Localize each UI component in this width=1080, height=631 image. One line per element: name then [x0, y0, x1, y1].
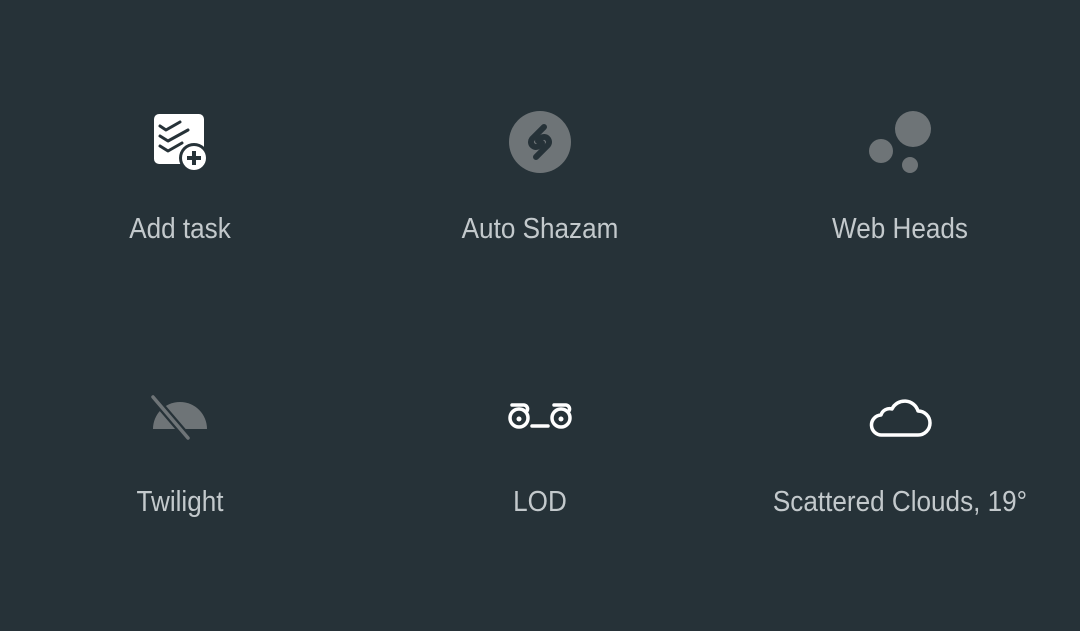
twilight-off-icon: [148, 383, 212, 447]
tile-lod[interactable]: LOD: [360, 0, 720, 518]
tile-weather[interactable]: Scattered Clouds, 19°: [720, 0, 1080, 518]
tile-label: Twilight: [136, 486, 224, 518]
quick-settings-panel: Add task Auto Shazam Web Heads Twilight …: [0, 0, 1080, 631]
lod-face-icon: [508, 383, 572, 447]
tile-twilight[interactable]: Twilight: [0, 0, 360, 518]
tile-label: LOD: [513, 486, 567, 518]
tile-label: Scattered Clouds, 19°: [772, 486, 1028, 518]
cloud-icon: [868, 383, 932, 447]
